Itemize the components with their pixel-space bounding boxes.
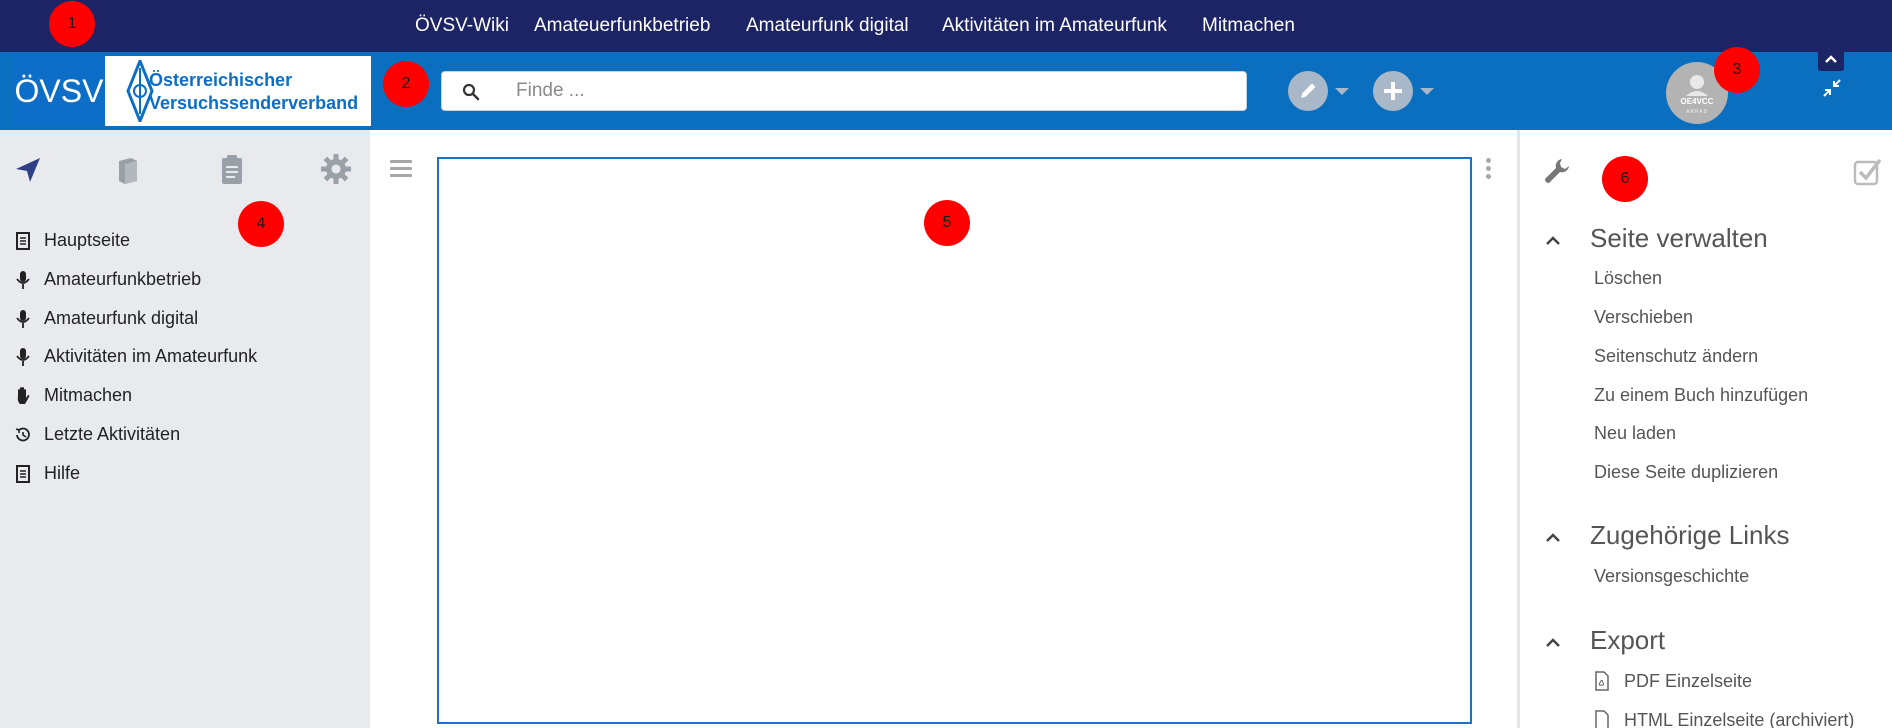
sidebar-item-amateurfunkbetrieb[interactable]: Amateurfunkbetrieb — [14, 265, 344, 295]
sidebar-item-letzte-aktivitaeten[interactable]: Letzte Aktivitäten — [14, 420, 344, 450]
sidebar-item-mitmachen[interactable]: Mitmachen — [14, 381, 344, 411]
wrench-icon[interactable] — [1542, 156, 1572, 186]
add-button[interactable] — [1373, 71, 1413, 111]
avatar-subtext: ARPAS — [1686, 109, 1708, 115]
checklist-icon[interactable] — [1850, 154, 1884, 188]
sidebar-item-aktivitaeten[interactable]: Aktivitäten im Amateurfunk — [14, 342, 344, 372]
section-title-zugehoerige-links[interactable]: Zugehörige Links — [1590, 520, 1789, 551]
logo-name-line1: Österreichischer — [149, 70, 293, 90]
collapse-header-button[interactable] — [1818, 49, 1844, 71]
annotation-marker-1: 1 — [49, 1, 95, 47]
header-bar: ÖVSV Österreichischer Versuchssenderverb… — [0, 49, 1892, 130]
sidebar-item-label: Hauptseite — [44, 230, 131, 250]
edit-dropdown-caret-icon[interactable] — [1335, 88, 1349, 95]
top-navigation-bar: ÖVSV-Wiki Amateuerfunkbetrieb Amateurfun… — [0, 0, 1892, 52]
link-zu-buch-hinzufuegen[interactable]: Zu einem Buch hinzufügen — [1594, 385, 1808, 406]
chevron-up-icon[interactable] — [1544, 234, 1562, 246]
right-sidebar: Seite verwalten Löschen Verschieben Seit… — [1520, 130, 1892, 728]
logo-short-text: ÖVSV — [13, 56, 105, 126]
sidebar-item-label: Amateurfunkbetrieb — [44, 269, 202, 289]
section-title-seite-verwalten[interactable]: Seite verwalten — [1590, 223, 1768, 254]
sidebar-item-label: Mitmachen — [44, 385, 133, 405]
avatar-callsign: OE4VCC — [1680, 97, 1714, 106]
annotation-marker-2: 2 — [383, 61, 429, 107]
link-verschieben[interactable]: Verschieben — [1594, 307, 1693, 328]
topnav-link-mitmachen[interactable]: Mitmachen — [1202, 0, 1295, 52]
site-logo[interactable]: ÖVSV Österreichischer Versuchssenderverb… — [13, 56, 371, 126]
section-title-export[interactable]: Export — [1590, 625, 1665, 656]
gear-icon[interactable] — [319, 152, 353, 186]
edit-button[interactable] — [1288, 71, 1328, 111]
html-file-icon — [1595, 710, 1609, 728]
annotation-marker-3: 3 — [1714, 47, 1760, 93]
clipboard-icon[interactable] — [215, 152, 249, 186]
link-pdf-einzelseite[interactable]: PDF Einzelseite — [1624, 671, 1752, 692]
link-seitenschutz-aendern[interactable]: Seitenschutz ändern — [1594, 346, 1758, 367]
sidebar-item-label: Aktivitäten im Amateurfunk — [44, 346, 258, 366]
hand-icon — [17, 387, 30, 404]
chevron-up-icon — [1825, 55, 1837, 63]
link-seite-duplizieren[interactable]: Diese Seite duplizieren — [1594, 462, 1778, 483]
topnav-link-ovsv-wiki[interactable]: ÖVSV-Wiki — [415, 0, 509, 52]
book-icon[interactable] — [111, 152, 145, 186]
hamburger-menu-icon[interactable] — [390, 160, 412, 178]
link-html-einzelseite[interactable]: HTML Einzelseite (archiviert) — [1624, 710, 1854, 728]
navigation-icon[interactable] — [10, 152, 44, 186]
search-box[interactable] — [441, 71, 1247, 111]
annotation-marker-5: 5 — [924, 200, 970, 246]
sidebar-item-hilfe[interactable]: Hilfe — [14, 459, 344, 489]
add-dropdown-caret-icon[interactable] — [1420, 88, 1434, 95]
microphone-icon — [16, 271, 30, 289]
more-options-icon[interactable] — [1486, 158, 1492, 182]
sidebar-item-label: Letzte Aktivitäten — [44, 424, 181, 444]
search-icon[interactable] — [462, 83, 480, 101]
annotation-marker-6: 6 — [1602, 156, 1648, 202]
history-icon — [15, 427, 30, 442]
annotation-marker-4: 4 — [238, 201, 284, 247]
link-versionsgeschichte[interactable]: Versionsgeschichte — [1594, 566, 1749, 587]
logo-name-line2: Versuchssenderverband — [149, 93, 359, 113]
topnav-link-aktivitaeten[interactable]: Aktivitäten im Amateurfunk — [942, 0, 1167, 52]
chevron-up-icon[interactable] — [1544, 636, 1562, 648]
plus-icon — [1384, 82, 1402, 100]
pencil-icon — [1301, 83, 1316, 98]
document-icon — [16, 232, 30, 250]
document-icon — [16, 465, 30, 483]
sidebar-item-amateurfunk-digital[interactable]: Amateurfunk digital — [14, 304, 344, 334]
link-neu-laden[interactable]: Neu laden — [1594, 423, 1676, 444]
link-loeschen[interactable]: Löschen — [1594, 268, 1662, 289]
microphone-icon — [16, 310, 30, 328]
microphone-icon — [16, 348, 30, 366]
topnav-link-amateurfunkbetrieb[interactable]: Amateuerfunkbetrieb — [534, 0, 710, 52]
search-input[interactable] — [516, 72, 1216, 110]
chevron-up-icon[interactable] — [1544, 531, 1562, 543]
sidebar-item-label: Hilfe — [44, 463, 81, 483]
topnav-link-amateurfunk-digital[interactable]: Amateurfunk digital — [746, 0, 909, 52]
pdf-file-icon — [1595, 671, 1609, 691]
left-sidebar: Hauptseite Amateurfunkbetrieb Amateurfun… — [0, 130, 370, 728]
sidebar-item-hauptseite[interactable]: Hauptseite — [14, 226, 344, 256]
sidebar-item-label: Amateurfunk digital — [44, 308, 199, 328]
compress-icon[interactable] — [1822, 78, 1842, 98]
